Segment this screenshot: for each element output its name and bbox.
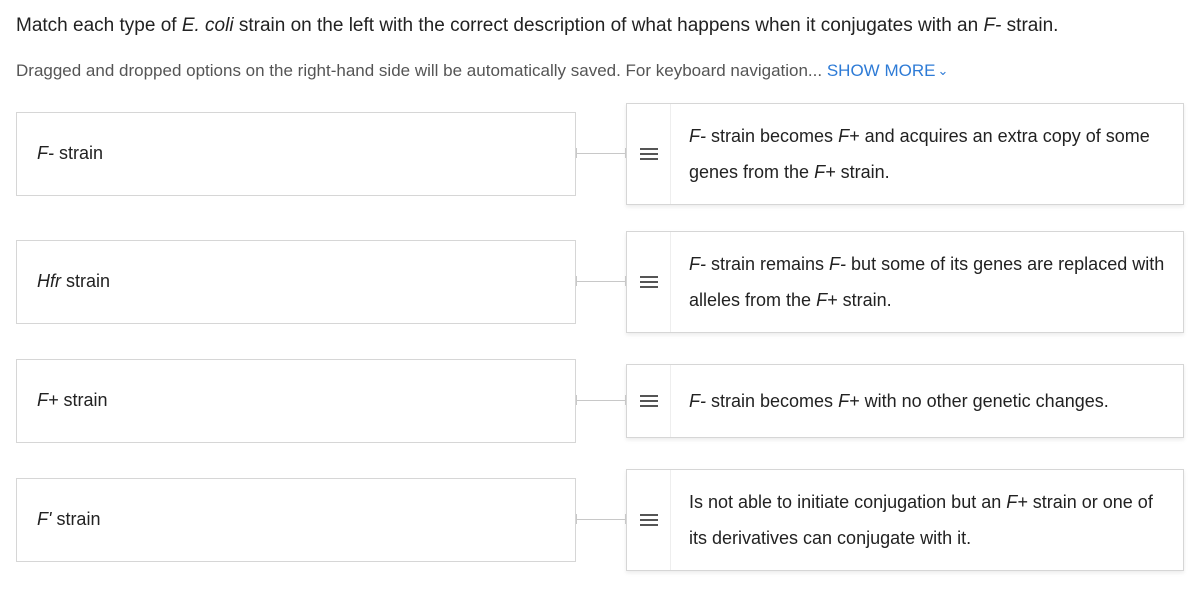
left-term-box: F+ strain [16, 359, 576, 443]
question-em1: E. coli [182, 15, 234, 36]
question-text: Match each type of E. coli strain on the… [16, 12, 1184, 41]
show-more-link[interactable]: SHOW MORE⌄ [827, 61, 949, 80]
left-term-rest: strain [54, 143, 103, 163]
match-row: F- strain F- strain becomes F+ and acqui… [16, 103, 1184, 205]
instructions-text: Dragged and dropped options on the right… [16, 61, 1184, 81]
right-option-box[interactable]: F- strain becomes F+ and acquires an ext… [626, 103, 1184, 205]
question-post: strain. [1001, 15, 1058, 36]
right-option-text: F- strain becomes F+ with no other genet… [671, 365, 1183, 437]
drag-handle-icon[interactable] [627, 365, 671, 437]
question-pre: Match each type of [16, 15, 182, 36]
right-option-text: F- strain becomes F+ and acquires an ext… [671, 104, 1183, 204]
left-term-rest: strain [61, 271, 110, 291]
show-more-label: SHOW MORE [827, 61, 936, 80]
connector-line [576, 400, 626, 401]
left-term-rest: strain [59, 390, 108, 410]
connector-line [576, 281, 626, 282]
match-row: F+ strain F- strain becomes F+ with no o… [16, 359, 1184, 443]
drag-handle-icon[interactable] [627, 232, 671, 332]
drag-handle-icon[interactable] [627, 470, 671, 570]
left-term-rest: strain [51, 509, 100, 529]
left-term-box: F- strain [16, 112, 576, 196]
right-option-box[interactable]: F- strain becomes F+ with no other genet… [626, 364, 1184, 438]
drag-handle-icon[interactable] [627, 104, 671, 204]
connector-line [576, 153, 626, 154]
right-option-text: F- strain remains F- but some of its gen… [671, 232, 1183, 332]
right-option-text: Is not able to initiate conjugation but … [671, 470, 1183, 570]
instructions-body: Dragged and dropped options on the right… [16, 61, 822, 80]
left-term-box: Hfr strain [16, 240, 576, 324]
connector-line [576, 519, 626, 520]
chevron-down-icon: ⌄ [937, 63, 948, 79]
left-term-em: F+ [37, 390, 59, 410]
left-term-em: F- [37, 143, 54, 163]
right-option-box[interactable]: F- strain remains F- but some of its gen… [626, 231, 1184, 333]
left-term-em: Hfr [37, 271, 61, 291]
match-row: F' strain Is not able to initiate conjug… [16, 469, 1184, 571]
left-term-box: F' strain [16, 478, 576, 562]
match-row: Hfr strain F- strain remains F- but some… [16, 231, 1184, 333]
question-em2: F- [983, 15, 1001, 36]
matching-pairs: F- strain F- strain becomes F+ and acqui… [16, 103, 1184, 571]
right-option-box[interactable]: Is not able to initiate conjugation but … [626, 469, 1184, 571]
left-term-em: F' [37, 509, 51, 529]
question-mid: strain on the left with the correct desc… [234, 15, 984, 36]
